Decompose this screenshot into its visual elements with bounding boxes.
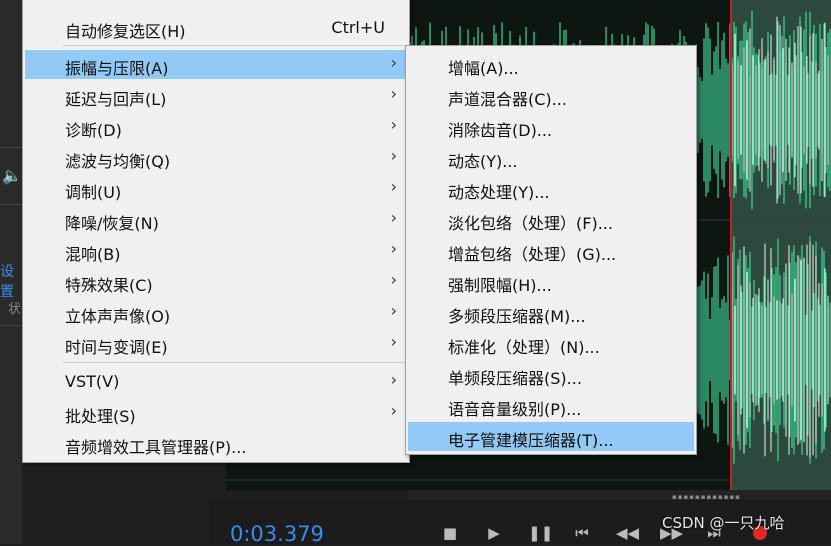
play-icon[interactable]: ▶ xyxy=(484,524,504,542)
watermark: CSDN @一只九哈 xyxy=(662,514,785,532)
submenu-item-label: 声道混合器(C)... xyxy=(448,90,567,109)
menu-item-label: 诊断(D) xyxy=(65,121,122,140)
chevron-right-icon: › xyxy=(390,84,397,103)
menu-item-special-effects[interactable]: 特殊效果(C) › xyxy=(25,267,407,296)
playhead[interactable] xyxy=(730,0,732,490)
amplitude-compression-submenu: 增幅(A)... 声道混合器(C)... 消除齿音(D)... 动态(Y)...… xyxy=(405,45,697,455)
submenu-item-dynamics[interactable]: 动态(Y)... xyxy=(408,143,694,172)
chevron-right-icon: › xyxy=(390,401,397,420)
chevron-right-icon: › xyxy=(390,53,397,72)
menu-item-label: 音频增效工具管理器(P)... xyxy=(65,438,247,457)
submenu-item-label: 语音音量级别(P)... xyxy=(448,400,582,419)
menu-item-label: 滤波与均衡(Q) xyxy=(65,152,171,171)
menu-separator xyxy=(63,45,407,46)
divider xyxy=(0,325,22,326)
stop-icon[interactable]: ■ xyxy=(440,524,460,542)
menu-item-label: 混响(B) xyxy=(65,245,121,264)
menu-item-vst[interactable]: VST(V) › xyxy=(25,367,407,396)
menu-item-label: 时间与变调(E) xyxy=(65,338,168,357)
menu-item-label: 降噪/恢复(N) xyxy=(65,214,159,233)
submenu-item-label: 单频段压缩器(S)... xyxy=(448,369,582,388)
submenu-item-dynamics-processing[interactable]: 动态处理(Y)... xyxy=(408,174,694,203)
submenu-item-deesser[interactable]: 消除齿音(D)... xyxy=(408,112,694,141)
rewind-icon[interactable]: ◀◀ xyxy=(616,524,639,542)
submenu-item-channel-mixer[interactable]: 声道混合器(C)... xyxy=(408,81,694,110)
menu-item-batch[interactable]: 批处理(S) › xyxy=(25,398,407,427)
menu-separator xyxy=(63,362,407,363)
timecode-display: 0:03.379 xyxy=(230,522,324,546)
submenu-item-fade-envelope[interactable]: 淡化包络（处理）(F)... xyxy=(408,205,694,234)
submenu-item-label: 增益包络（处理）(G)... xyxy=(448,245,617,264)
menu-item-modulation[interactable]: 调制(U) › xyxy=(25,174,407,203)
chevron-right-icon: › xyxy=(390,370,397,389)
chevron-right-icon: › xyxy=(390,270,397,289)
menu-item-diagnostics[interactable]: 诊断(D) › xyxy=(25,112,407,141)
menu-item-plugin-manager[interactable]: 音频增效工具管理器(P)... xyxy=(25,429,407,458)
submenu-item-label: 电子管建模压缩器(T)... xyxy=(448,431,614,450)
speaker-icon[interactable]: 🔈 xyxy=(2,166,22,185)
submenu-item-label: 消除齿音(D)... xyxy=(448,121,553,140)
submenu-item-label: 动态处理(Y)... xyxy=(448,183,550,202)
scrollbar-grip[interactable]: ▪▪▪▪▪▪▪▪▪▪▪▪ xyxy=(672,493,740,501)
submenu-item-normalize[interactable]: 标准化（处理）(N)... xyxy=(408,329,694,358)
menu-item-amplitude-compression[interactable]: 振幅与压限(A) › xyxy=(25,50,407,79)
left-panel: 🔈 设置 状 xyxy=(0,0,22,544)
submenu-item-label: 增幅(A)... xyxy=(448,59,519,78)
chevron-right-icon: › xyxy=(390,208,397,227)
divider xyxy=(0,147,22,148)
menu-item-filter-eq[interactable]: 滤波与均衡(Q) › xyxy=(25,143,407,172)
menu-item-delay-echo[interactable]: 延迟与回声(L) › xyxy=(25,81,407,110)
chevron-right-icon: › xyxy=(390,146,397,165)
submenu-item-label: 强制限幅(H)... xyxy=(448,276,552,295)
menu-item-label: 特殊效果(C) xyxy=(65,276,153,295)
submenu-item-amplify[interactable]: 增幅(A)... xyxy=(408,50,694,79)
submenu-item-single-band-compressor[interactable]: 单频段压缩器(S)... xyxy=(408,360,694,389)
chevron-right-icon: › xyxy=(390,239,397,258)
submenu-item-label: 标准化（处理）(N)... xyxy=(448,338,600,357)
menu-item-label: VST(V) xyxy=(65,372,120,391)
effects-menu: 自动修复选区(H) Ctrl+U 振幅与压限(A) › 延迟与回声(L) › 诊… xyxy=(22,0,410,463)
menu-item-label: 立体声声像(O) xyxy=(65,307,171,326)
submenu-item-multiband-compressor[interactable]: 多频段压缩器(M)... xyxy=(408,298,694,327)
menu-item-label: 批处理(S) xyxy=(65,407,136,426)
chevron-right-icon: › xyxy=(390,301,397,320)
submenu-item-label: 多频段压缩器(M)... xyxy=(448,307,586,326)
submenu-item-label: 动态(Y)... xyxy=(448,152,518,171)
menu-item-auto-heal[interactable]: 自动修复选区(H) Ctrl+U xyxy=(25,13,407,42)
menu-item-time-pitch[interactable]: 时间与变调(E) › xyxy=(25,329,407,358)
chevron-right-icon: › xyxy=(390,177,397,196)
skip-to-start-icon[interactable]: ⏮ xyxy=(572,524,592,542)
settings-label-fragment[interactable]: 设置 xyxy=(0,261,22,301)
menu-item-label: 调制(U) xyxy=(65,183,122,202)
menu-item-noise-reduction[interactable]: 降噪/恢复(N) › xyxy=(25,205,407,234)
menu-item-label: 振幅与压限(A) xyxy=(65,59,169,78)
submenu-item-gain-envelope[interactable]: 增益包络（处理）(G)... xyxy=(408,236,694,265)
menu-item-label: 自动修复选区(H) xyxy=(65,22,186,41)
menu-item-reverb[interactable]: 混响(B) › xyxy=(25,236,407,265)
chevron-right-icon: › xyxy=(390,332,397,351)
submenu-item-hard-limiter[interactable]: 强制限幅(H)... xyxy=(408,267,694,296)
status-label-fragment: 状 xyxy=(8,302,22,317)
submenu-item-speech-volume-leveler[interactable]: 语音音量级别(P)... xyxy=(408,391,694,420)
menu-item-shortcut: Ctrl+U xyxy=(331,18,385,37)
menu-item-stereo-imagery[interactable]: 立体声声像(O) › xyxy=(25,298,407,327)
divider xyxy=(0,204,22,205)
menu-item-label: 延迟与回声(L) xyxy=(65,90,167,109)
submenu-item-label: 淡化包络（处理）(F)... xyxy=(448,214,613,233)
chevron-right-icon: › xyxy=(390,115,397,134)
pause-icon[interactable]: ❚❚ xyxy=(528,524,553,542)
submenu-item-tube-modeled-compressor[interactable]: 电子管建模压缩器(T)... xyxy=(408,422,694,451)
